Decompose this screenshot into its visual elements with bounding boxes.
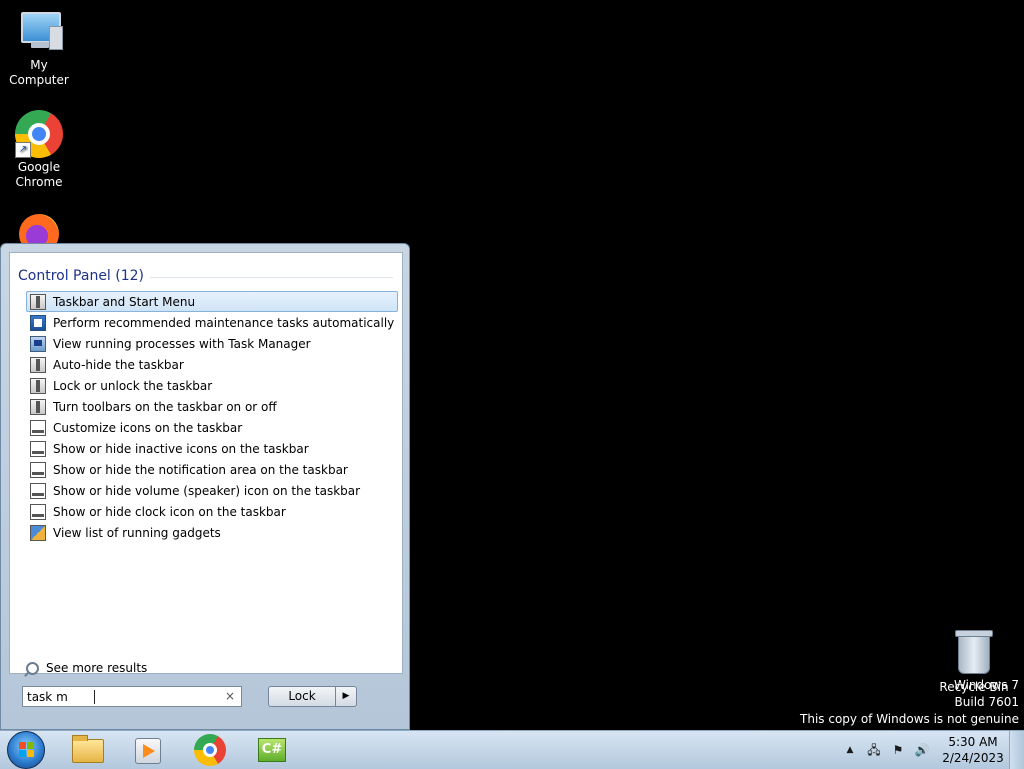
desktop-icon-label: Google Chrome [15,160,63,189]
computer-icon [15,8,63,56]
show-hidden-icons-icon[interactable]: ▲ [842,742,858,758]
result-view-running-processes[interactable]: View running processes with Task Manager [26,333,398,354]
see-more-label: See more results [46,661,148,675]
result-label: Turn toolbars on the taskbar on or off [53,399,277,414]
notification-icon [30,503,46,520]
text-cursor-icon [94,690,95,704]
start-menu: Control Panel (12) Taskbar and Start Men… [0,243,410,730]
result-label: Show or hide inactive icons on the taskb… [53,441,309,456]
result-customize-icons[interactable]: Customize icons on the taskbar [26,417,398,438]
taskbar-chrome[interactable] [184,733,236,767]
result-label: Lock or unlock the taskbar [53,378,213,393]
windows-logo-icon [19,742,35,758]
result-show-hide-notification-area[interactable]: Show or hide the notification area on th… [26,459,398,480]
clock-time: 5:30 AM [948,735,998,749]
show-desktop-button[interactable] [1009,731,1024,769]
windows-genuine-watermark: Windows 7 Build 7601 This copy of Window… [800,677,1019,728]
recycle-bin-icon [950,630,998,678]
result-perform-maintenance[interactable]: Perform recommended maintenance tasks au… [26,312,398,333]
taskbar-csharp[interactable]: C# [246,733,298,767]
notification-area: ▲ 🖧 ⚑ 🔊 [842,731,938,769]
result-label: View list of running gadgets [53,525,221,540]
task-manager-icon [30,335,46,352]
clock[interactable]: 5:30 AM 2/24/2023 [940,734,1006,766]
result-turn-toolbars[interactable]: Turn toolbars on the taskbar on or off [26,396,398,417]
result-taskbar-and-start-menu[interactable]: Taskbar and Start Menu [26,291,398,312]
taskbar-icon [30,377,46,394]
lock-button[interactable]: Lock [268,686,336,707]
result-label: Taskbar and Start Menu [53,294,196,309]
notification-icon [30,440,46,457]
taskbar: C# ▲ 🖧 ⚑ 🔊 5:30 AM 2/24/2023 [0,730,1024,769]
desktop-icon-label: My Computer [9,58,69,87]
result-label: Show or hide volume (speaker) icon on th… [53,483,361,498]
clear-search-icon[interactable]: × [225,689,235,703]
chrome-icon [194,734,226,766]
control-panel-section-header: Control Panel (12) [18,268,393,284]
result-label: Show or hide the notification area on th… [53,462,348,477]
taskbar-icon [30,398,46,415]
start-button[interactable] [7,731,45,769]
result-label: Auto-hide the taskbar [53,357,184,372]
desktop-icon-google-chrome[interactable]: ↗ Google Chrome [0,110,78,190]
watermark-line: Windows 7 [953,678,1019,692]
search-input[interactable] [23,687,217,706]
network-icon[interactable]: 🖧 [866,742,882,758]
maintenance-icon [30,314,46,331]
taskbar-icon [30,293,46,310]
result-auto-hide-taskbar[interactable]: Auto-hide the taskbar [26,354,398,375]
notification-icon [30,419,46,436]
windows-explorer-icon [72,735,104,763]
watermark-line: Build 7601 [954,695,1019,709]
volume-icon[interactable]: 🔊 [914,742,930,758]
result-label: Show or hide clock icon on the taskbar [53,504,286,519]
csharp-icon: C# [258,738,286,762]
result-label: View running processes with Task Manager [53,336,311,351]
start-search-box[interactable]: × [22,686,242,707]
result-view-running-gadgets[interactable]: View list of running gadgets [26,522,398,543]
taskbar-windows-explorer[interactable] [62,733,114,767]
notification-icon [30,482,46,499]
gadgets-icon [30,524,46,541]
result-lock-unlock-taskbar[interactable]: Lock or unlock the taskbar [26,375,398,396]
power-options-arrow-icon[interactable]: ▶ [335,686,357,707]
taskbar-media-player[interactable] [122,733,174,767]
action-center-flag-icon[interactable]: ⚑ [890,742,906,758]
search-results-panel: Control Panel (12) Taskbar and Start Men… [9,252,403,675]
desktop-icon-my-computer[interactable]: My Computer [0,8,78,88]
clock-date: 2/24/2023 [942,751,1004,765]
section-header-label: Control Panel (12) [18,268,145,284]
result-show-hide-inactive-icons[interactable]: Show or hide inactive icons on the taskb… [26,438,398,459]
result-label: Perform recommended maintenance tasks au… [53,315,395,330]
watermark-line: This copy of Windows is not genuine [800,712,1019,726]
search-icon [26,661,39,675]
control-panel-results-list: Taskbar and Start Menu Perform recommend… [26,291,398,543]
see-more-results-link[interactable]: See more results [26,661,147,675]
media-player-icon [135,738,161,764]
taskbar-icon [30,356,46,373]
result-show-hide-clock-icon[interactable]: Show or hide clock icon on the taskbar [26,501,398,522]
notification-icon [30,461,46,478]
result-show-hide-volume-icon[interactable]: Show or hide volume (speaker) icon on th… [26,480,398,501]
shortcut-arrow-icon: ↗ [15,142,31,158]
result-label: Customize icons on the taskbar [53,420,243,435]
chrome-icon: ↗ [15,110,63,158]
